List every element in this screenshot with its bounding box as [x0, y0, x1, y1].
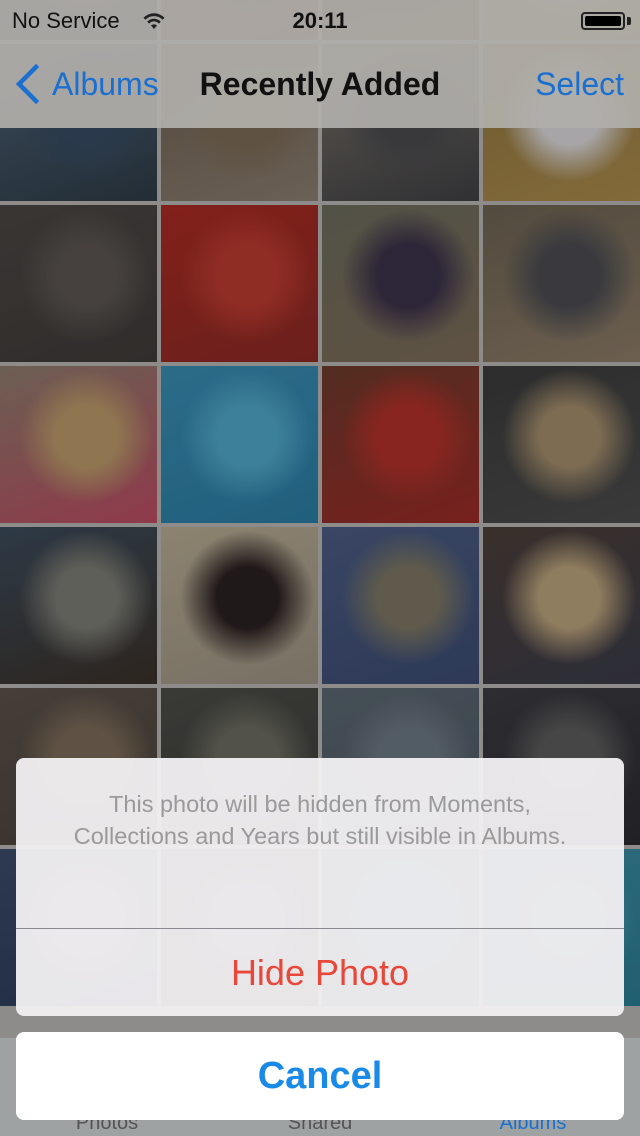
action-sheet-message: This photo will be hidden from Moments, …	[73, 791, 567, 849]
clock: 20:11	[292, 8, 348, 33]
top-bar: No Service 20:11 Albums Recently Added S…	[0, 0, 640, 128]
navigation-bar: Albums Recently Added Select	[0, 40, 640, 128]
battery-fill	[585, 16, 621, 26]
battery-full-icon	[581, 12, 625, 30]
cancel-button[interactable]: Cancel	[16, 1032, 624, 1120]
select-button[interactable]: Select	[535, 66, 624, 103]
status-bar: No Service 20:11	[0, 0, 640, 40]
battery-nub	[627, 17, 631, 25]
action-sheet: This photo will be hidden from Moments, …	[16, 758, 624, 1016]
hide-photo-button[interactable]: Hide Photo	[16, 929, 624, 1016]
